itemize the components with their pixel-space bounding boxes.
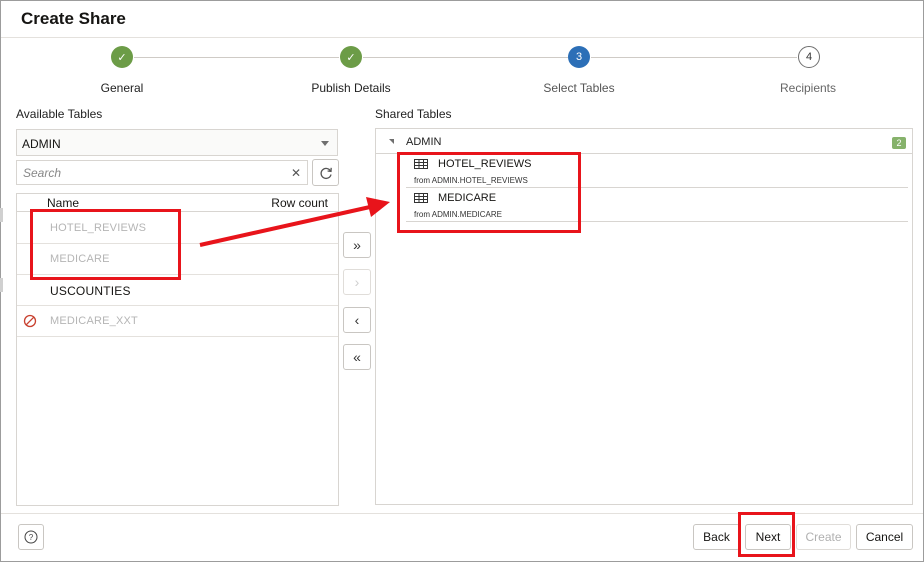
available-tables-heading: Available Tables: [16, 107, 103, 121]
step-select-tables-marker[interactable]: 3: [568, 46, 590, 68]
shared-table-source: from ADMIN.HOTEL_REVIEWS: [414, 176, 528, 185]
background-edge: [0, 278, 3, 292]
schema-select-value: ADMIN: [22, 137, 61, 151]
step-recipients-marker[interactable]: 4: [798, 46, 820, 68]
train-connector: [134, 57, 339, 58]
available-tables-list: Name Row count HOTEL_REVIEWS MEDICARE US…: [16, 193, 339, 506]
clear-icon[interactable]: ✕: [291, 166, 301, 180]
remove-all-button[interactable]: «: [343, 344, 371, 370]
table-row[interactable]: MEDICARE: [17, 243, 338, 275]
tree-node-schema[interactable]: ADMIN 2: [376, 129, 912, 154]
table-row[interactable]: MEDICARE_XXT: [17, 305, 338, 337]
train-connector: [363, 57, 568, 58]
back-button[interactable]: Back: [693, 524, 740, 550]
move-all-button[interactable]: »: [343, 232, 371, 258]
schema-select[interactable]: ADMIN: [16, 129, 338, 156]
remove-selected-button[interactable]: ‹: [343, 307, 371, 333]
step-recipients-label: Recipients: [779, 81, 837, 95]
shared-table-name: MEDICARE: [438, 192, 497, 204]
shared-tables-panel: ADMIN 2 HOTEL_REVIEWS from ADMIN.HOTEL_R…: [375, 128, 913, 505]
table-header: Name Row count: [17, 194, 338, 212]
step-publish-details-check-icon[interactable]: ✓: [340, 46, 362, 68]
not-allowed-icon: [23, 314, 37, 328]
help-button[interactable]: ?: [18, 524, 44, 550]
shared-table-name: HOTEL_REVIEWS: [438, 158, 532, 170]
table-name: USCOUNTIES: [50, 284, 131, 298]
double-chevron-right-icon: »: [353, 237, 361, 253]
svg-text:?: ?: [29, 533, 34, 542]
column-header-name[interactable]: Name: [47, 196, 79, 210]
tree-node-label: ADMIN: [406, 136, 442, 148]
shared-tables-heading: Shared Tables: [375, 107, 452, 121]
step-general-check-icon[interactable]: ✓: [111, 46, 133, 68]
table-name: MEDICARE: [50, 253, 110, 265]
background-edge: [0, 208, 3, 222]
train-connector: [591, 57, 797, 58]
table-icon: [414, 193, 428, 203]
next-button[interactable]: Next: [745, 524, 791, 550]
table-name: MEDICARE_XXT: [50, 315, 138, 327]
cancel-button[interactable]: Cancel: [856, 524, 913, 550]
footer-divider: [1, 513, 923, 514]
create-share-dialog: Create Share ✓ ✓ 3 4 General Publish Det…: [0, 0, 924, 562]
table-row[interactable]: HOTEL_REVIEWS: [17, 212, 338, 244]
shared-table-source: from ADMIN.MEDICARE: [414, 210, 503, 219]
table-row[interactable]: USCOUNTIES: [17, 274, 338, 306]
count-badge: 2: [892, 137, 906, 149]
chevron-right-icon: ›: [354, 274, 360, 290]
step-general-label: General: [100, 81, 144, 95]
table-name: HOTEL_REVIEWS: [50, 222, 147, 234]
dialog-header: Create Share: [1, 1, 923, 38]
search-input[interactable]: [21, 165, 285, 181]
double-chevron-left-icon: «: [353, 349, 361, 365]
search-field[interactable]: ✕: [16, 160, 308, 185]
table-icon: [414, 159, 428, 169]
dialog-title: Create Share: [21, 9, 126, 28]
chevron-down-icon: [321, 141, 329, 146]
create-button[interactable]: Create: [796, 524, 851, 550]
step-publish-details-label: Publish Details: [311, 81, 391, 95]
chevron-left-icon: ‹: [354, 312, 360, 328]
column-header-row-count[interactable]: Row count: [271, 196, 328, 210]
help-icon: ?: [24, 530, 38, 544]
expand-caret-icon[interactable]: [389, 139, 394, 144]
shared-table-item[interactable]: MEDICARE from ADMIN.MEDICARE: [406, 188, 908, 222]
move-selected-button[interactable]: ›: [343, 269, 371, 295]
step-select-tables-label: Select Tables: [543, 81, 615, 95]
refresh-icon: [319, 167, 332, 179]
refresh-button[interactable]: [312, 159, 339, 186]
shared-table-item[interactable]: HOTEL_REVIEWS from ADMIN.HOTEL_REVIEWS: [406, 154, 908, 188]
